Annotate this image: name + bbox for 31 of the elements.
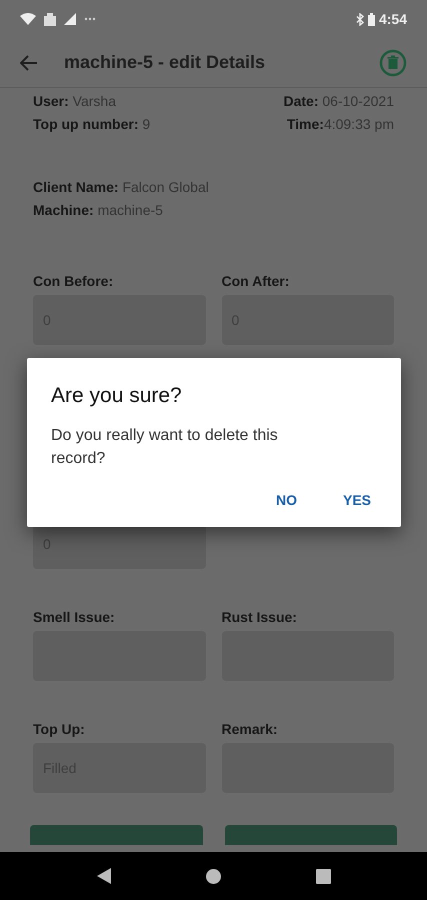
clock-text: 4:54 (378, 10, 407, 28)
save-button[interactable] (224, 825, 397, 845)
confirm-button[interactable]: YES (334, 484, 379, 516)
field-label: Con Before: (33, 272, 114, 291)
delete-icon[interactable] (379, 48, 407, 76)
back-icon[interactable] (96, 868, 110, 884)
dialog-title: Are you sure? (51, 383, 183, 409)
save-button[interactable] (30, 825, 202, 845)
info-text: Top up number: 9 (33, 115, 152, 134)
image-icon (44, 12, 56, 26)
info-text: Machine: machine-5 (33, 201, 164, 220)
bluetooth-icon (356, 12, 364, 26)
info-text: Date: 06-10-2021 (283, 92, 394, 111)
info-text: User: Varsha (33, 92, 118, 111)
wifi-icon (20, 13, 36, 25)
cancel-button[interactable]: NO (268, 484, 305, 516)
screen-title: machine-5 - edit Details (64, 51, 266, 74)
dialog-message: Do you really want to delete this record? (51, 426, 279, 468)
field-label: Rust Issue: (222, 608, 298, 627)
signal-icon (64, 13, 76, 25)
recents-icon[interactable] (316, 868, 330, 884)
field-label: Smell Issue: (33, 608, 116, 627)
field-label: Con After: (222, 272, 290, 291)
more-icon (84, 17, 96, 21)
back-arrow-icon[interactable] (20, 54, 38, 70)
battery-icon (368, 12, 375, 26)
info-text: Time:4:09:33 pm (286, 115, 394, 134)
field-label: Top Up: (33, 720, 86, 739)
info-text: Client Name: Falcon Global (33, 178, 210, 197)
field-label: Remark: (222, 720, 279, 739)
home-icon[interactable] (206, 868, 220, 884)
